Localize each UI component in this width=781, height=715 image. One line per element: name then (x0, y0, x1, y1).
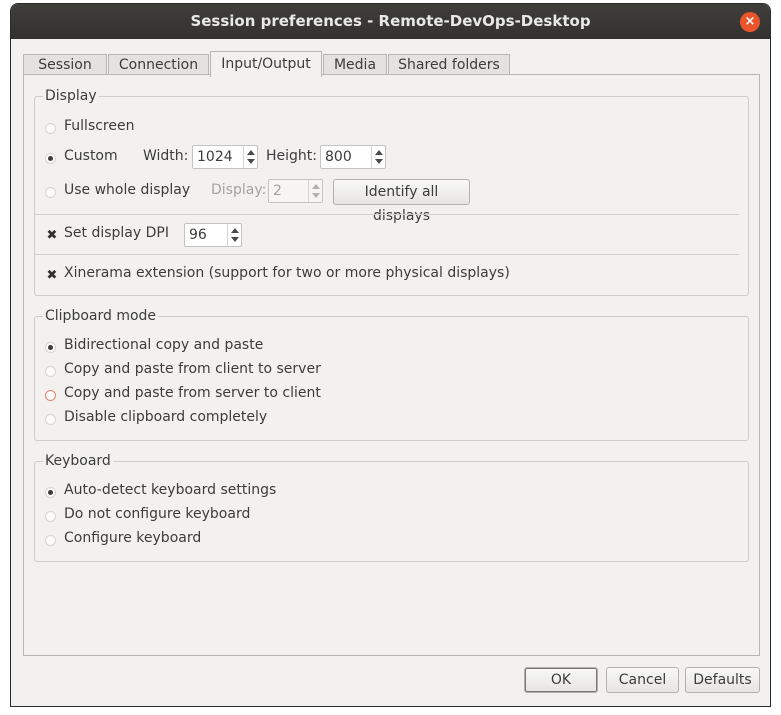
display-up-icon[interactable] (312, 184, 320, 189)
cancel-button[interactable]: Cancel (606, 667, 679, 693)
keyboard-group: Keyboard Auto-detect keyboard settings D… (34, 452, 749, 562)
dpi-value: 96 (189, 227, 207, 243)
tab-media[interactable]: Media (323, 54, 387, 76)
clipboard-bidirectional-label: Bidirectional copy and paste (64, 337, 264, 353)
xinerama-label: Xinerama extension (support for two or m… (64, 265, 510, 281)
display-number-value: 2 (273, 183, 282, 199)
identify-displays-button[interactable]: Identify all displays (333, 179, 470, 224)
keyboard-no-config-radio[interactable] (45, 511, 56, 522)
dpi-checkbox[interactable]: ✖ (46, 229, 58, 242)
clipboard-group: Clipboard mode Bidirectional copy and pa… (34, 307, 749, 441)
ok-button[interactable]: OK (524, 667, 598, 693)
input-output-panel: Display Fullscreen Custom Width: 1024 He… (23, 74, 760, 656)
tab-connection[interactable]: Connection (108, 54, 209, 76)
keyboard-autodetect-label: Auto-detect keyboard settings (64, 482, 277, 498)
display-separator-2 (35, 254, 739, 255)
height-up-icon[interactable] (375, 150, 383, 155)
display-number-spinbox[interactable]: 2 (268, 179, 323, 203)
dpi-down-icon[interactable] (231, 237, 239, 242)
height-down-icon[interactable] (375, 159, 383, 164)
keyboard-configure-radio[interactable] (45, 535, 56, 546)
height-label: Height: (266, 148, 317, 164)
height-stepper[interactable] (371, 146, 385, 168)
tab-session[interactable]: Session (23, 54, 107, 76)
tab-shared-folders[interactable]: Shared folders (388, 54, 510, 76)
custom-label: Custom (64, 148, 118, 164)
display-group: Display Fullscreen Custom Width: 1024 He… (34, 87, 749, 296)
clipboard-disable-label: Disable clipboard completely (64, 409, 268, 425)
clipboard-client-to-server-label: Copy and paste from client to server (64, 361, 321, 377)
defaults-button[interactable]: Defaults (685, 667, 760, 693)
width-value: 1024 (197, 149, 233, 165)
preferences-window: Session preferences - Remote-DevOps-Desk… (10, 3, 771, 707)
dpi-stepper[interactable] (227, 224, 241, 246)
clipboard-server-to-client-label: Copy and paste from server to client (64, 385, 321, 401)
height-value: 800 (325, 149, 352, 165)
keyboard-configure-label: Configure keyboard (64, 530, 202, 546)
display-down-icon[interactable] (312, 193, 320, 198)
xinerama-checkbox[interactable]: ✖ (46, 269, 58, 282)
keyboard-group-title: Keyboard (43, 452, 113, 470)
tab-input-output[interactable]: Input/Output (210, 51, 322, 77)
width-down-icon[interactable] (247, 159, 255, 164)
clipboard-group-title: Clipboard mode (43, 307, 159, 325)
clipboard-bidirectional-radio[interactable] (45, 342, 56, 353)
keyboard-autodetect-radio[interactable] (45, 487, 56, 498)
dpi-up-icon[interactable] (231, 228, 239, 233)
clipboard-disable-radio[interactable] (45, 414, 56, 425)
clipboard-client-to-server-radio[interactable] (45, 366, 56, 377)
whole-display-radio[interactable] (45, 187, 56, 198)
dpi-spinbox[interactable]: 96 (184, 223, 242, 247)
title-bar[interactable]: Session preferences - Remote-DevOps-Desk… (11, 4, 770, 39)
display-number-stepper[interactable] (308, 180, 322, 202)
display-group-title: Display (43, 87, 99, 105)
keyboard-no-config-label: Do not configure keyboard (64, 506, 251, 522)
width-stepper[interactable] (243, 146, 257, 168)
close-icon[interactable]: × (740, 12, 760, 32)
display-separator-1 (35, 214, 739, 215)
clipboard-server-to-client-radio[interactable] (45, 390, 56, 401)
fullscreen-radio[interactable] (45, 123, 56, 134)
fullscreen-label: Fullscreen (64, 118, 135, 134)
width-up-icon[interactable] (247, 150, 255, 155)
whole-display-label: Use whole display (64, 182, 191, 198)
dpi-label: Set display DPI (64, 225, 169, 241)
width-spinbox[interactable]: 1024 (192, 145, 258, 169)
custom-radio[interactable] (45, 153, 56, 164)
display-number-label: Display: (211, 182, 267, 198)
width-label: Width: (143, 148, 189, 164)
window-title: Session preferences - Remote-DevOps-Desk… (190, 12, 591, 30)
height-spinbox[interactable]: 800 (320, 145, 386, 169)
